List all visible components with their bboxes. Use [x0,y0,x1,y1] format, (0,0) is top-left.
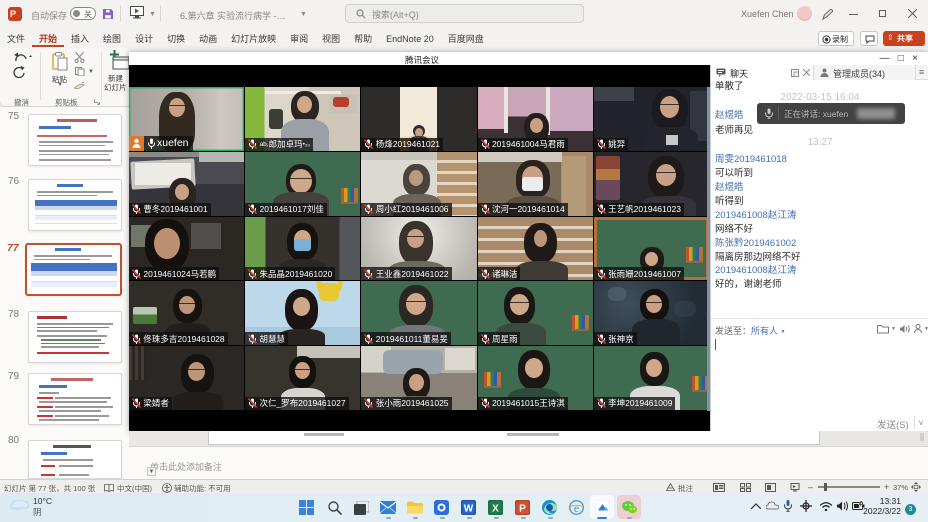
svg-text:P: P [519,504,526,515]
svg-text:e: e [574,501,579,515]
svg-text:W: W [464,504,474,515]
svg-text:X: X [492,504,499,515]
